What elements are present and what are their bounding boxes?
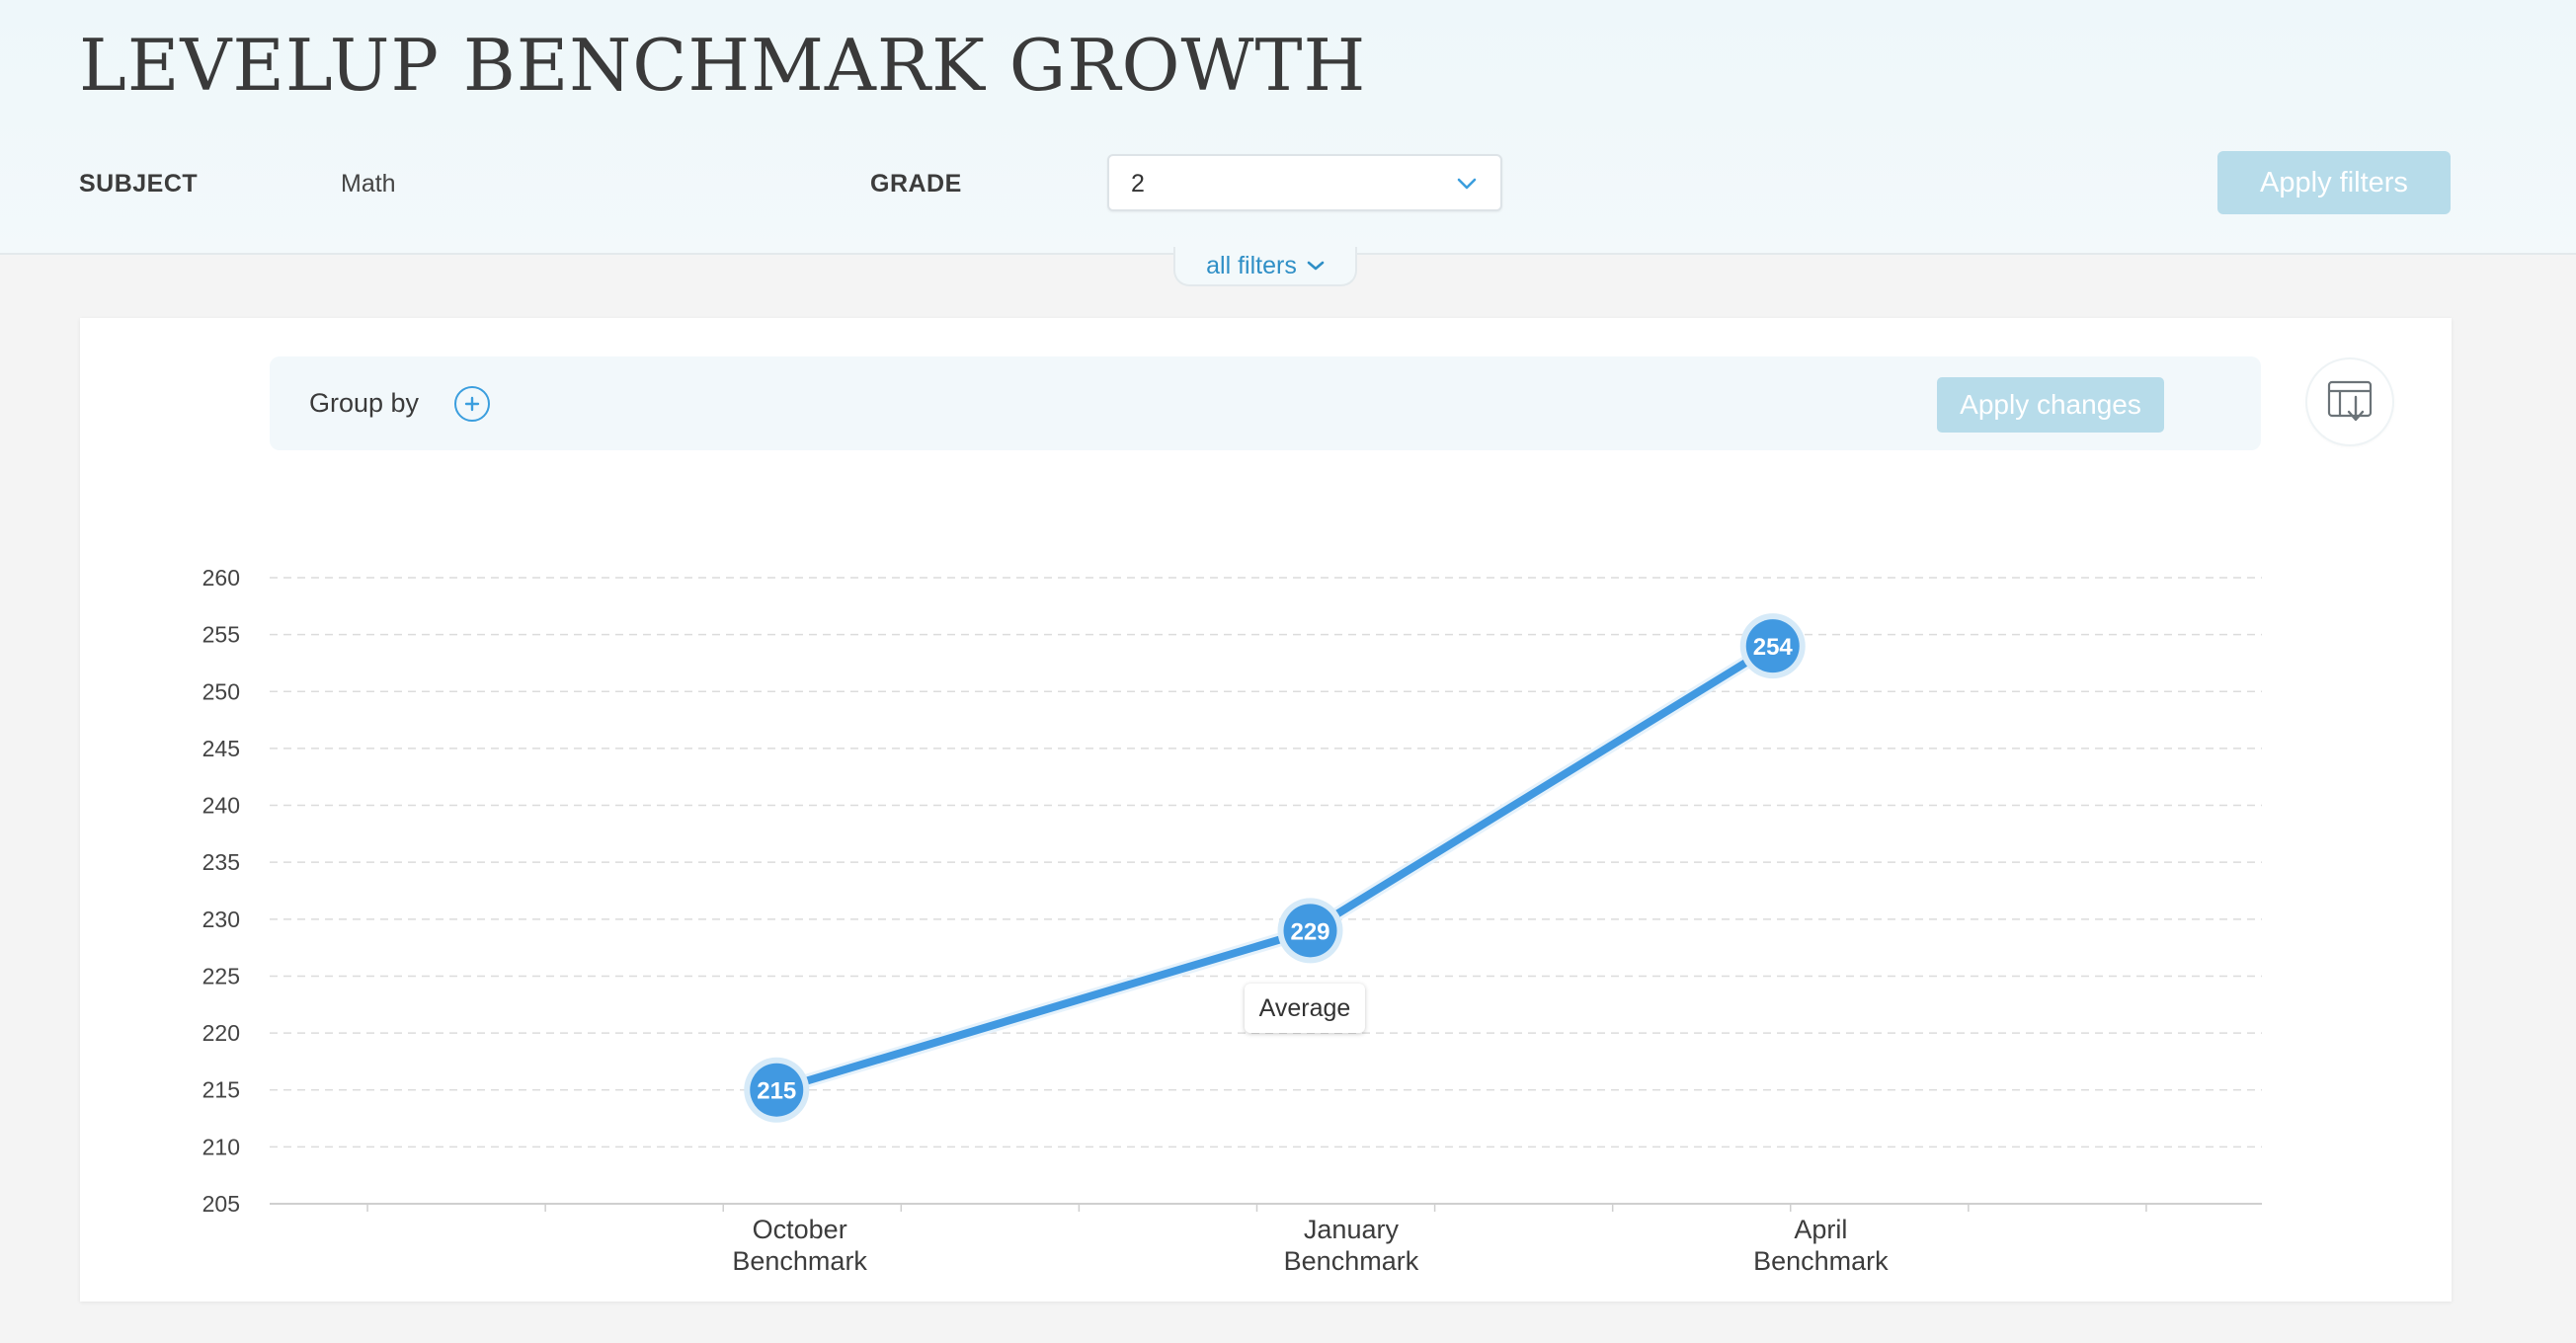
chevron-down-icon <box>1457 178 1477 190</box>
x-tick-label: Benchmark <box>732 1246 867 1276</box>
chart-card: Group by Apply changes 205 210 215 220 225 23… <box>80 318 2452 1302</box>
subject-label: SUBJECT <box>79 170 199 198</box>
y-tick-label: 250 <box>202 678 240 704</box>
y-tick-label: 245 <box>202 736 240 761</box>
x-tick-label: April <box>1794 1215 1847 1244</box>
y-tick-label: 220 <box>202 1020 240 1046</box>
all-filters-toggle[interactable]: all filters <box>1173 247 1357 286</box>
x-tick-label: January <box>1304 1215 1400 1244</box>
growth-line-chart: 205 210 215 220 225 230 235 240 245 250 255 260 Octo… <box>202 565 2262 1276</box>
y-tick-label: 240 <box>202 793 240 819</box>
y-tick-label: 230 <box>202 907 240 932</box>
subject-value[interactable]: Math <box>341 170 396 198</box>
y-tick-label: 255 <box>202 622 240 648</box>
x-tick-label: Benchmark <box>1753 1246 1889 1276</box>
grade-label: GRADE <box>870 170 962 198</box>
y-tick-label: 225 <box>202 963 240 988</box>
x-tick-label: Benchmark <box>1284 1246 1419 1276</box>
y-tick-label: 205 <box>202 1191 240 1217</box>
all-filters-label: all filters <box>1206 251 1297 279</box>
grade-select[interactable]: 2 <box>1107 154 1502 211</box>
y-tick-label: 210 <box>202 1134 240 1159</box>
data-label: 215 <box>757 1078 796 1105</box>
x-tick-label: October <box>753 1215 847 1244</box>
y-tick-label: 260 <box>202 565 240 591</box>
filters-header: LEVELUP BENCHMARK GROWTH SUBJECT Math GR… <box>0 0 2576 255</box>
data-label: 254 <box>1753 634 1794 661</box>
y-tick-label: 215 <box>202 1077 240 1103</box>
y-tick-label: 235 <box>202 849 240 875</box>
apply-filters-button[interactable]: Apply filters <box>2217 151 2451 214</box>
grade-select-value: 2 <box>1131 170 1145 198</box>
chart-tooltip: Average <box>1245 984 1365 1033</box>
page-title: LEVELUP BENCHMARK GROWTH <box>79 24 1367 107</box>
data-label: 229 <box>1290 918 1329 945</box>
chevron-down-icon <box>1307 261 1325 271</box>
